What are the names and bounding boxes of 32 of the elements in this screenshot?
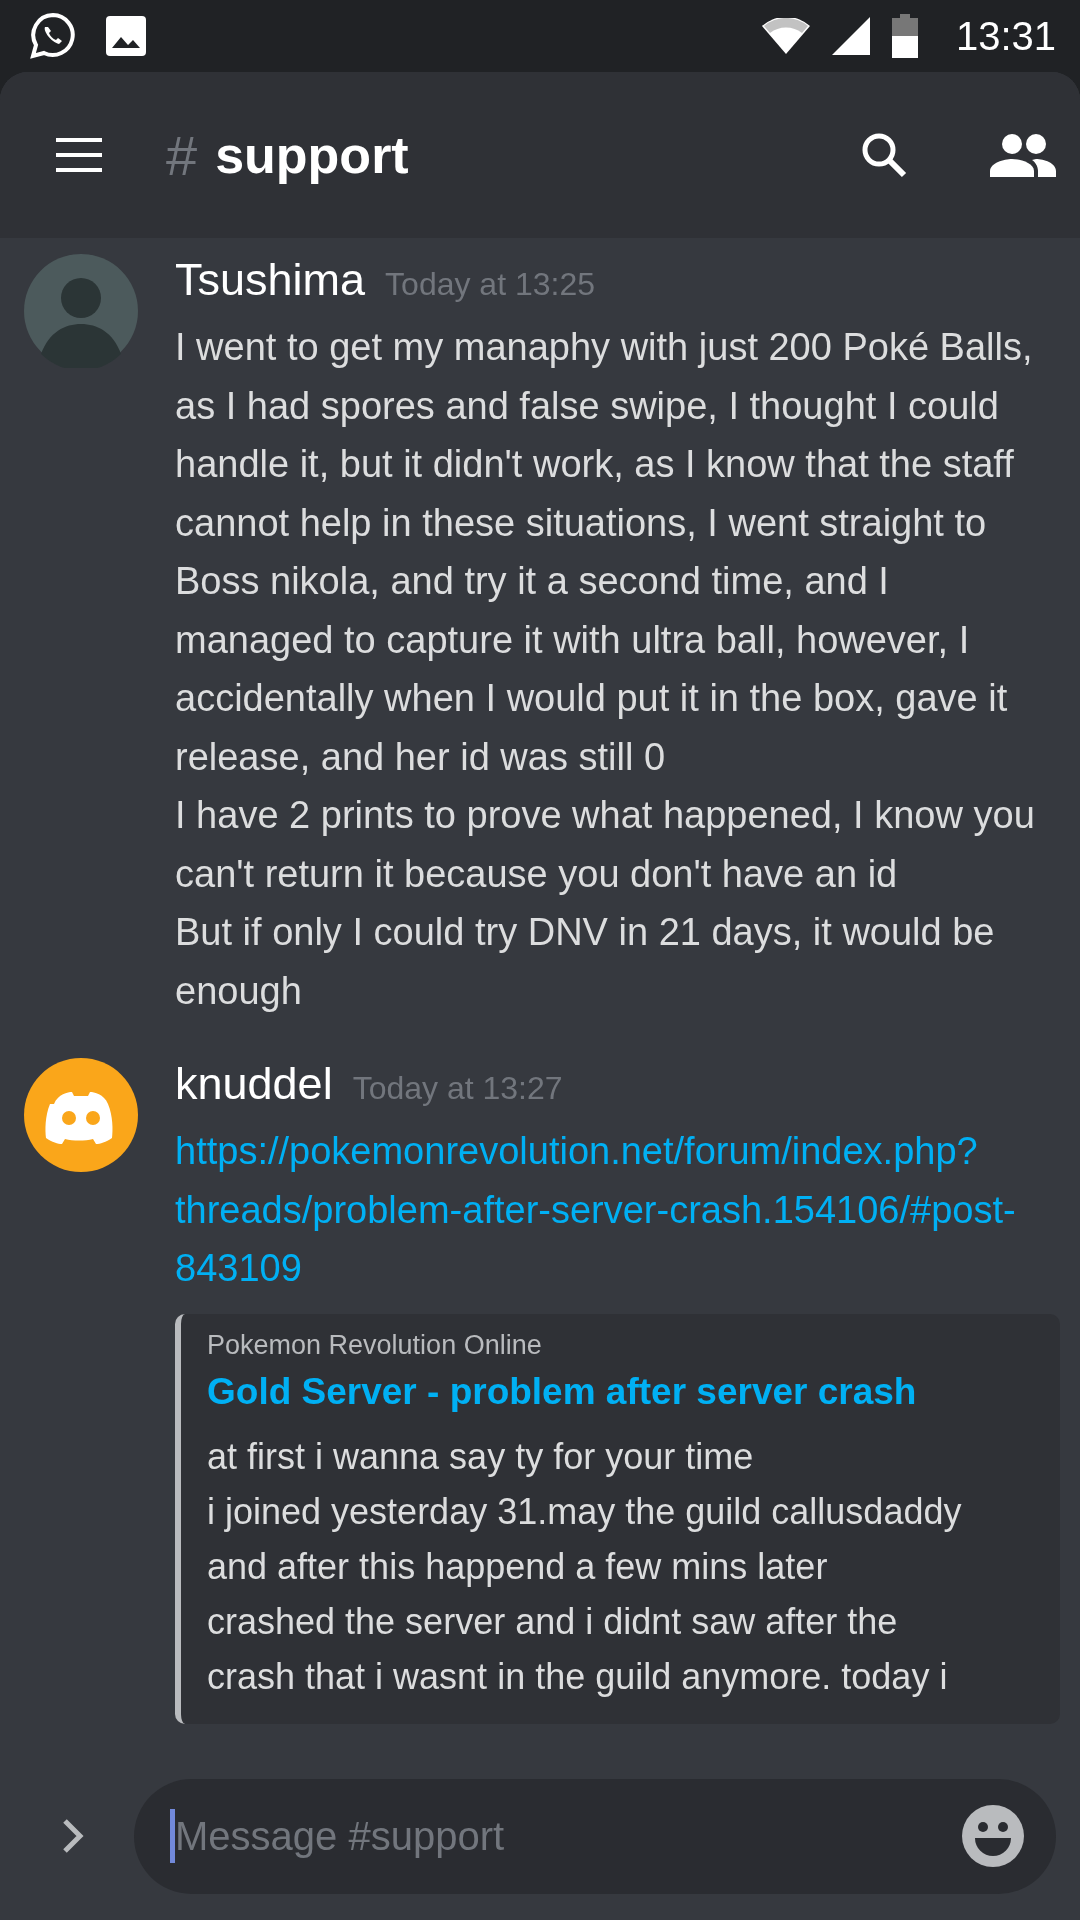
- image-icon: [106, 16, 146, 56]
- menu-button[interactable]: [56, 138, 102, 172]
- message-text: But if only I could try DNV in 21 days, it would be enough: [175, 910, 996, 1014]
- embed-title-link[interactable]: Gold Server - problem after server crash: [207, 1370, 1052, 1413]
- timestamp: Today at 13:27: [352, 1070, 563, 1107]
- author-name[interactable]: Tsushima: [175, 254, 366, 306]
- embed-text: at first i wanna say ty for your time: [207, 1434, 755, 1479]
- battery-icon: [891, 14, 918, 58]
- channel-title: support: [215, 125, 409, 185]
- emoji-icon[interactable]: [962, 1805, 1024, 1867]
- message-field[interactable]: Message #support: [175, 1813, 962, 1859]
- chat-bubble-icon: [28, 11, 78, 61]
- message-link[interactable]: https://pokemonrevolution.net/forum/index.php?threads/problem-after-server-crash.154106/#post-843109: [175, 1122, 1060, 1298]
- search-button[interactable]: [860, 131, 908, 179]
- embed-text: i joined yesterday 31.may the guild callusdaddy: [207, 1489, 963, 1534]
- default-avatar[interactable]: [24, 1058, 138, 1172]
- timestamp: Today at 13:25: [385, 266, 595, 303]
- wifi-icon: [761, 18, 810, 54]
- channel-hash: #: [166, 122, 198, 188]
- signal-icon: [831, 17, 870, 55]
- message-text: I went to get my manaphy with just 200 Poké Balls, as I had spores and false swipe, I thought I could handle it, but it didn't work, as I know that the staff cannot help in these situations, I went straight to: [175, 325, 1034, 546]
- expand-button[interactable]: [62, 1818, 84, 1854]
- embed-provider: Pokemon Revolution Online: [207, 1329, 543, 1361]
- message-input[interactable]: Message #support: [134, 1778, 1056, 1894]
- message-text: I have 2 prints to prove what happened, I know you can't return it because you don't have an id: [175, 793, 1036, 897]
- clock-time: 13:31: [955, 13, 1056, 59]
- embed-text: crash that i wasnt in the guild anymore. today i: [207, 1654, 949, 1699]
- embed-text: and after this happend a few mins later: [207, 1544, 829, 1589]
- embed-text: crashed the server and i didnt saw after the: [207, 1599, 899, 1644]
- members-button[interactable]: [990, 133, 1056, 177]
- author-name[interactable]: knuddel: [175, 1058, 333, 1110]
- message-text: Boss nikola, and try it a second time, and I managed to capture it with ultra ball, however, I accidentally when I would put it in the box, gave it release, and her id was still 0: [175, 559, 1009, 780]
